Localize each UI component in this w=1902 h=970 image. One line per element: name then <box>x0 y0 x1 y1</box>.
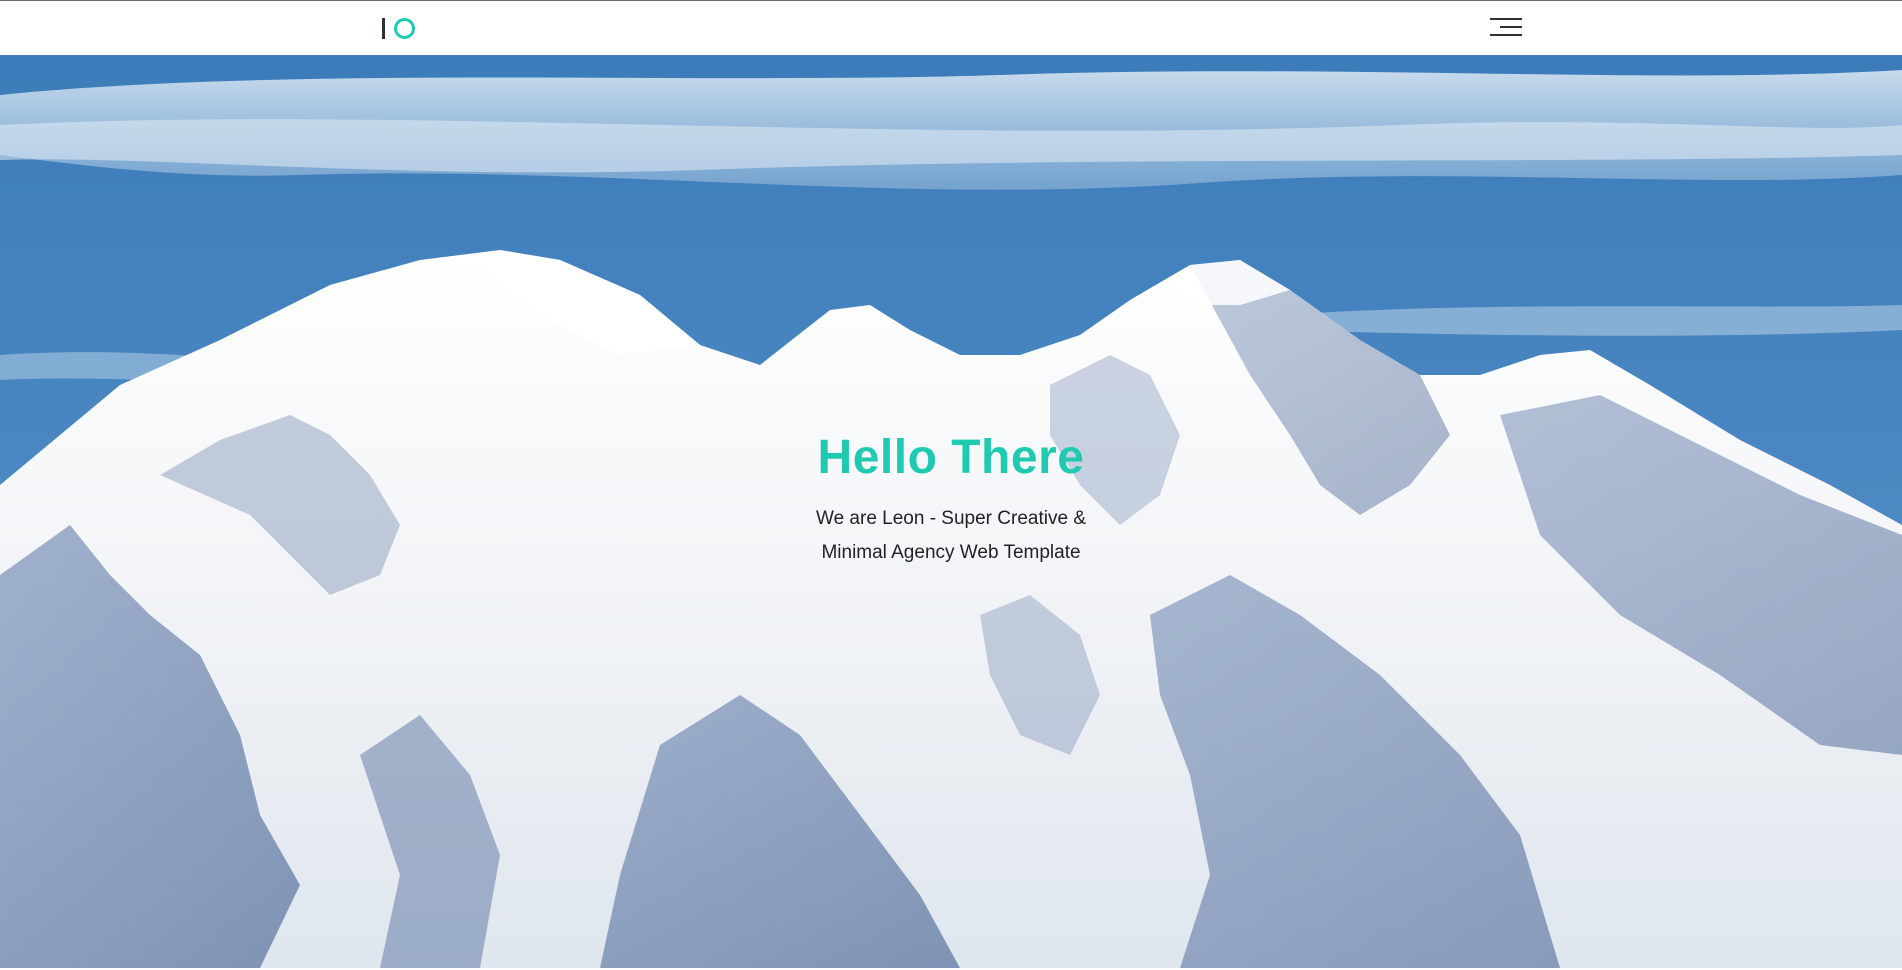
hero-section: Hello There We are Leon - Super Creative… <box>0 55 1902 968</box>
hero-subtitle: We are Leon - Super Creative & Minimal A… <box>741 502 1161 570</box>
hero-subtitle-line-1: We are Leon - Super Creative & <box>815 508 1086 529</box>
hero-subtitle-line-2: Minimal Agency Web Template <box>821 542 1081 563</box>
hero-title: Hello There <box>817 431 1085 484</box>
menu-line-middle <box>1500 26 1522 28</box>
hamburger-menu-icon[interactable] <box>1490 16 1522 38</box>
logo-bar-mark <box>382 17 385 39</box>
menu-line-top <box>1490 18 1522 20</box>
logo-ring-mark <box>394 17 415 39</box>
site-logo[interactable] <box>382 15 415 41</box>
menu-line-bottom <box>1490 34 1522 36</box>
site-header <box>0 1 1902 55</box>
hero-content: Hello There We are Leon - Super Creative… <box>0 428 1902 570</box>
